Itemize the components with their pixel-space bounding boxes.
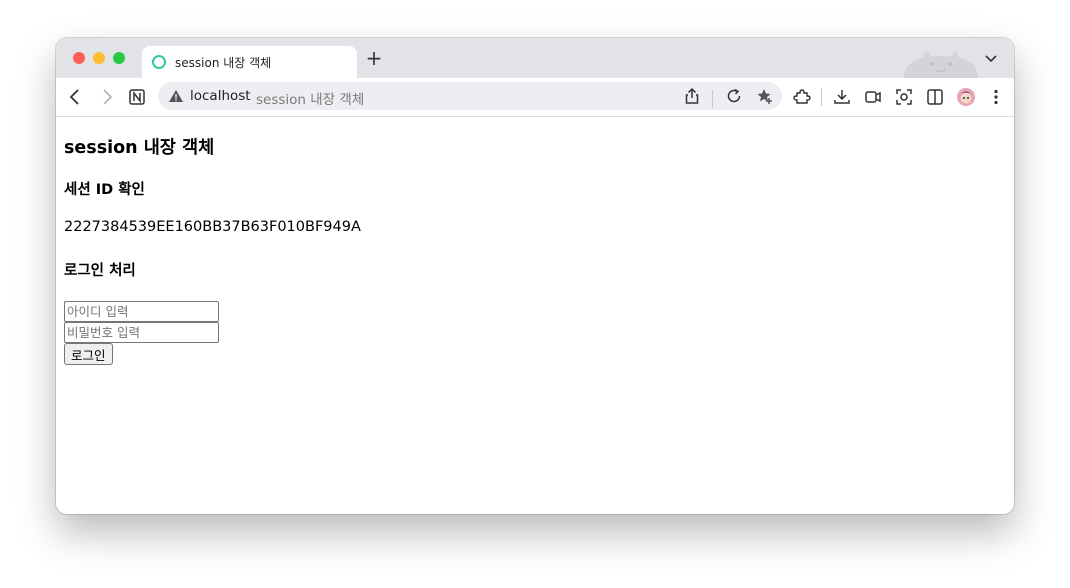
menu-icon[interactable] [986, 87, 1006, 107]
download-icon[interactable] [832, 87, 852, 107]
forward-icon[interactable] [97, 87, 117, 107]
extensions-icon[interactable] [792, 87, 812, 107]
address-host: localhost [190, 88, 251, 104]
close-window-button[interactable] [73, 52, 85, 64]
tab-favicon-icon [152, 55, 166, 69]
avatar[interactable] [956, 87, 976, 107]
back-icon[interactable] [65, 87, 85, 107]
address-bar[interactable]: localhost session 내장 객체 [158, 82, 782, 110]
omnibox-divider [712, 90, 713, 108]
id-input[interactable] [64, 301, 219, 322]
bookmark-star-icon[interactable] [756, 87, 774, 105]
notion-icon[interactable] [127, 87, 147, 107]
minimize-window-button[interactable] [93, 52, 105, 64]
session-id-heading: 세션 ID 확인 [64, 182, 145, 198]
toolbar-divider [821, 88, 822, 106]
cat-decoration-icon [904, 50, 978, 78]
password-input[interactable] [64, 322, 219, 343]
browser-window: session 내장 객체 + localhost session 내장 객체 … [56, 38, 1014, 514]
sidebar-icon[interactable] [925, 87, 945, 107]
screenshot-icon[interactable] [894, 87, 914, 107]
tab-title: session 내장 객체 [175, 56, 272, 70]
login-button[interactable]: 로그인 [64, 343, 113, 365]
toolbar: localhost session 내장 객체 [56, 78, 1014, 117]
login-heading: 로그인 처리 [64, 263, 136, 279]
warning-icon[interactable] [168, 88, 184, 104]
share-icon[interactable] [683, 87, 701, 105]
session-id-value: 2227384539EE160BB37B63F010BF949A [64, 219, 361, 235]
page-title: session 내장 객체 [64, 138, 215, 158]
tab-bar: session 내장 객체 + [56, 38, 1014, 78]
tab-active[interactable]: session 내장 객체 [142, 46, 357, 78]
zoom-window-button[interactable] [113, 52, 125, 64]
address-page-title: session 내장 객체 [256, 92, 365, 108]
tab-list-icon[interactable] [982, 50, 1000, 68]
reload-icon[interactable] [725, 87, 743, 105]
new-tab-button[interactable]: + [364, 48, 384, 68]
page-content: session 내장 객체 세션 ID 확인 2227384539EE160BB… [56, 117, 1014, 514]
record-icon[interactable] [863, 87, 883, 107]
